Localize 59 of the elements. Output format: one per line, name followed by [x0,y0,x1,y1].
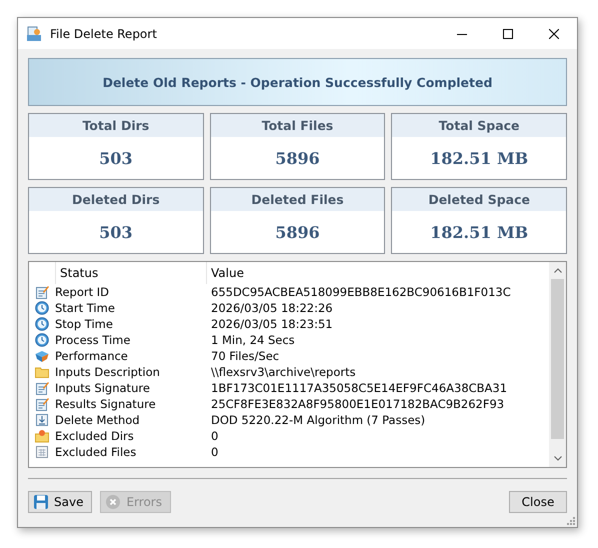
box-icon [35,349,49,363]
stat-value: 182.51 MB [429,148,530,170]
scroll-up-icon[interactable] [554,268,562,273]
stat-label: Total Space [392,114,566,137]
stat-label: Deleted Files [210,188,384,211]
folder-badge-icon [35,429,49,443]
table-cell: 2026/03/05 18:22:26 [211,301,333,315]
close-icon[interactable] [549,28,559,38]
close-button[interactable]: Close [509,491,567,513]
stat-label: Total Dirs [29,114,203,137]
maximize-icon[interactable] [503,28,513,38]
table-cell: 655DC95ACBEA518099EBB8E162BC90616B1F013C [211,285,511,299]
stat-value: 5896 [274,222,321,244]
report-app-icon [26,26,42,42]
clock-icon [35,301,49,315]
folder-icon [35,365,49,379]
stat-label: Deleted Space [392,188,566,211]
stat-value: 5896 [274,148,321,170]
table-cell: 25CF8FE3E832A8F95800E1E017182BAC9B262F93 [211,397,504,411]
note-pencil-icon [35,397,49,411]
table-cell: Inputs Signature [55,381,150,395]
save-button[interactable]: Save [28,491,92,513]
scrollbar[interactable] [549,262,566,467]
column-header[interactable]: Value [207,266,244,280]
x-circle-icon [105,494,122,510]
window-title: File Delete Report [50,26,158,40]
stat-value: 503 [98,148,134,170]
note-pencil-icon [35,381,49,395]
note-pencil-icon [35,285,49,299]
table-cell: 2026/03/05 18:23:51 [211,317,333,331]
table-cell: 1 Min, 24 Secs [211,333,295,347]
table-cell: Delete Method [55,413,140,427]
table-cell: Inputs Description [55,365,160,379]
clock-icon [35,333,49,347]
table-cell: Report ID [55,285,110,299]
table-cell: 0 [211,445,218,459]
table-cell: 70 Files/Sec [211,349,280,363]
scroll-down-icon[interactable] [554,456,562,461]
table-cell: \\flexsrv3\archive\reports [211,365,356,379]
table-cell: Process Time [55,333,130,347]
table-cell: 0 [211,429,218,443]
table-cell: Excluded Dirs [55,429,134,443]
stat-value: 182.51 MB [429,222,530,244]
column-header[interactable]: Status [55,262,207,284]
table-cell: 1BF173C01E1117A35058C5E14EF9FC46A38CBA31 [211,381,508,395]
download-icon [35,413,49,427]
document-grid-icon [35,445,49,459]
table-cell: DOD 5220.22-M Algorithm (7 Passes) [211,413,426,427]
table-cell: Stop Time [55,317,113,331]
status-banner: Delete Old Reports - Operation Successfully Completed [28,58,567,106]
table-cell: Results Signature [55,397,156,411]
resize-grip-icon[interactable] [567,517,575,525]
stat-value: 503 [98,222,134,244]
stat-label: Deleted Dirs [29,188,203,211]
stat-label: Total Files [210,114,384,137]
table-cell: Excluded Files [55,445,136,459]
clock-icon [35,317,49,331]
table-cell: Performance [55,349,128,363]
table-cell: Start Time [55,301,115,315]
